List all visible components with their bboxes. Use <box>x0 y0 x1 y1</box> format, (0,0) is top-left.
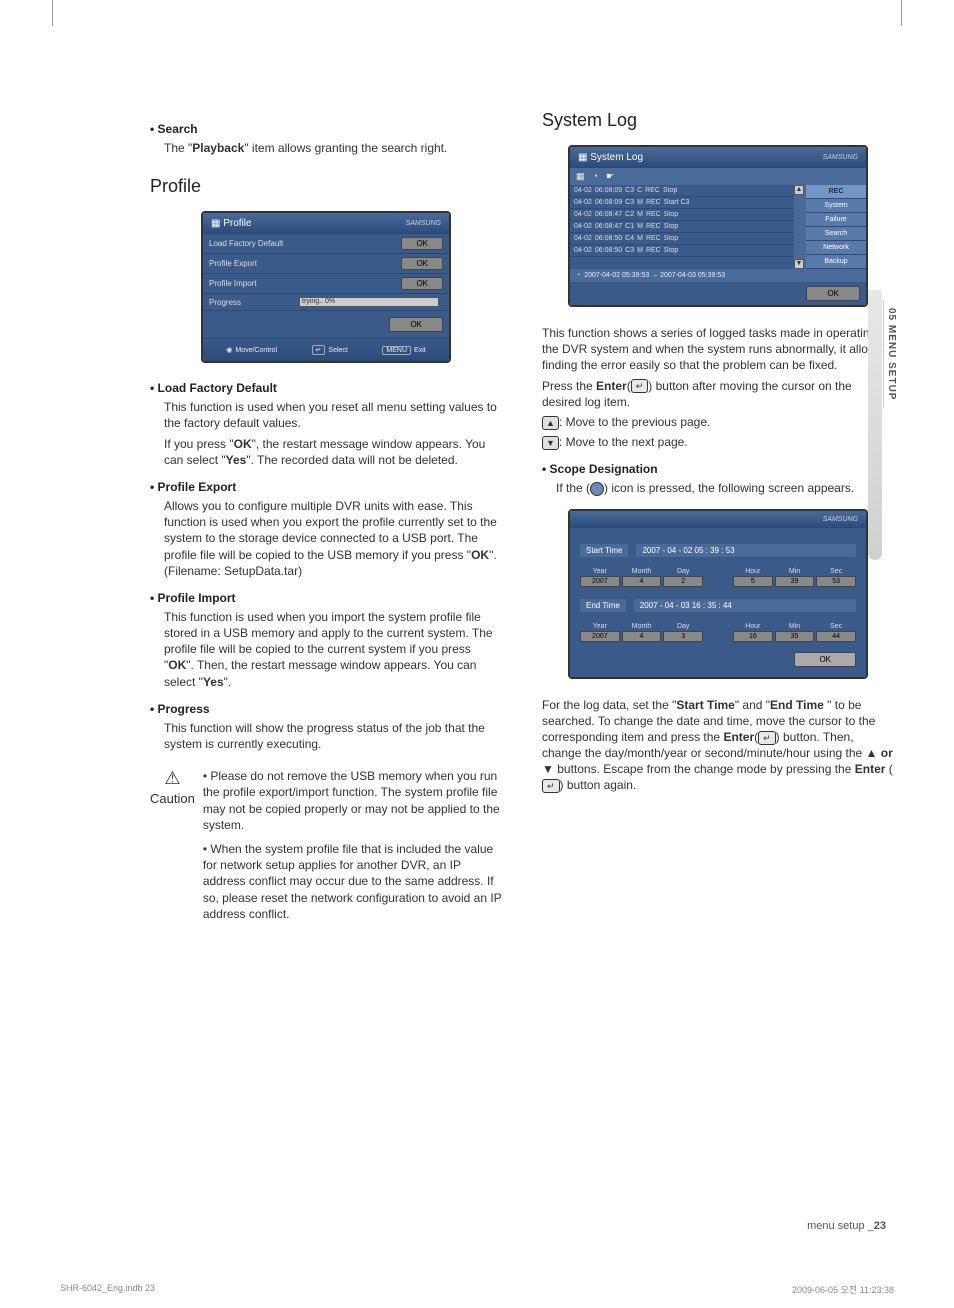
right-column: System Log ▦ System Log SAMSUNG ▦ ◔ ☛ 04… <box>542 110 894 930</box>
log-list: 04-0206:08:09C3CRECStop 04-0206:08:09C3M… <box>570 185 794 269</box>
day-field[interactable]: 3 <box>663 631 703 642</box>
hint-select: ↵ Select <box>312 345 348 355</box>
hour-field[interactable]: 5 <box>733 576 773 587</box>
filter-network[interactable]: Network <box>806 241 866 255</box>
scope-ui-screenshot: SAMSUNG Start Time 2007 - 04 - 02 05 : 3… <box>568 509 868 679</box>
lfd-p1: This function is used when you reset all… <box>164 399 502 431</box>
hour-field[interactable]: 16 <box>733 631 773 642</box>
sec-field[interactable]: 44 <box>816 631 856 642</box>
enter-key-icon: ↵ <box>631 379 649 393</box>
hint-exit: MENU Exit <box>382 345 425 355</box>
profile-heading: Profile <box>150 176 502 197</box>
month-field[interactable]: 4 <box>622 576 662 587</box>
up-arrow-icon: ▲ <box>542 416 559 430</box>
clock-icon[interactable]: ◔ <box>593 171 598 182</box>
scroll-up-icon[interactable]: ▲ <box>794 185 804 195</box>
end-time-value: 2007 - 04 - 03 16 : 35 : 44 <box>634 599 856 612</box>
day-field[interactable]: 2 <box>663 576 703 587</box>
ok-button[interactable]: OK <box>389 317 443 332</box>
profile-ui-screenshot: ▦ Profile SAMSUNG Load Factory DefaultOK… <box>201 211 451 363</box>
filter-backup[interactable]: Backup <box>806 255 866 269</box>
filter-rec[interactable]: REC <box>806 185 866 199</box>
brand-logo: SAMSUNG <box>406 220 441 227</box>
side-tab-shade <box>868 290 882 560</box>
enter-key-icon: ↵ <box>758 731 776 745</box>
lfd-p2: If you press "OK", the restart message w… <box>164 436 502 468</box>
min-field[interactable]: 39 <box>775 576 815 587</box>
scope-head: Scope Designation <box>542 462 894 476</box>
pi-head: Profile Import <box>150 591 502 605</box>
month-field[interactable]: 4 <box>622 631 662 642</box>
log-row: 04-0206:08:09C3MRECStart C3 <box>570 197 794 209</box>
brand-logo: SAMSUNG <box>823 154 858 161</box>
log-row: 04-0206:08:50C3MRECStop <box>570 245 794 257</box>
log-side-filter: REC System Failure Search Network Backup <box>806 185 866 269</box>
pi-p1: This function is used when you import th… <box>164 609 502 690</box>
syslog-p2: Press the Enter(↵) button after moving t… <box>542 378 894 410</box>
ok-button[interactable]: OK <box>794 652 856 667</box>
year-field[interactable]: 2007 <box>580 576 620 587</box>
ok-button[interactable]: OK <box>401 257 443 270</box>
page-footer: menu setup _23 <box>807 1220 886 1232</box>
clock-icon: ◔ <box>576 272 580 279</box>
end-time-label: End Time <box>580 599 626 612</box>
log-timerange: ◔ 2007-04-02 05:39:53 → 2007-04-03 05:39… <box>570 269 866 282</box>
pe-p1: Allows you to configure multiple DVR uni… <box>164 498 502 579</box>
prog-head: Progress <box>150 702 502 716</box>
caution-item-1: Please do not remove the USB memory when… <box>203 768 502 833</box>
pointer-icon[interactable]: ☛ <box>606 171 614 182</box>
min-field[interactable]: 35 <box>775 631 815 642</box>
warning-icon: ⚠ <box>150 768 195 789</box>
log-row: 04-0206:08:09C3CRECStop <box>570 185 794 197</box>
print-left: SHR-6042_Eng.indb 23 <box>60 1283 155 1296</box>
log-row: 04-0206:08:50C4MRECStop <box>570 233 794 245</box>
menu-key-icon: MENU <box>382 346 411 355</box>
systemlog-ui-title: ▦ System Log <box>578 152 643 163</box>
caution-block: ⚠ Caution Please do not remove the USB m… <box>150 768 502 930</box>
profile-ui-title: ▦ Profile <box>211 218 252 229</box>
print-right: 2009-06-05 오전 11:23:38 <box>792 1283 894 1296</box>
syslog-prev: ▲: Move to the previous page. <box>542 414 894 430</box>
systemlog-heading: System Log <box>542 110 894 131</box>
prog-p: This function will show the progress sta… <box>164 720 502 752</box>
filter-system[interactable]: System <box>806 199 866 213</box>
grid-icon[interactable]: ▦ <box>576 171 585 182</box>
caution-item-2: When the system profile file that is inc… <box>203 841 502 922</box>
hint-move: ◉ Move/Control <box>226 345 277 355</box>
scope-p1: If the () icon is pressed, the following… <box>556 480 894 496</box>
search-head: Search <box>150 122 502 136</box>
start-time-label: Start Time <box>580 544 628 557</box>
filter-search[interactable]: Search <box>806 227 866 241</box>
year-field[interactable]: 2007 <box>580 631 620 642</box>
progress-bar: trying.. 0% <box>299 297 439 307</box>
ok-button[interactable]: OK <box>806 286 860 301</box>
print-footer: SHR-6042_Eng.indb 23 2009-06-05 오전 11:23… <box>60 1283 894 1296</box>
clock-icon <box>590 482 604 496</box>
filter-failure[interactable]: Failure <box>806 213 866 227</box>
search-body: The "Playback" item allows granting the … <box>164 140 502 156</box>
sec-field[interactable]: 53 <box>816 576 856 587</box>
brand-logo: SAMSUNG <box>823 516 858 523</box>
side-tab-label: 05 MENU SETUP <box>883 300 899 408</box>
ok-button[interactable]: OK <box>401 237 443 250</box>
ok-button[interactable]: OK <box>401 277 443 290</box>
start-time-value: 2007 - 04 - 02 05 : 39 : 53 <box>636 544 856 557</box>
pe-head: Profile Export <box>150 480 502 494</box>
log-toolbar: ▦ ◔ ☛ <box>570 168 866 185</box>
syslog-p1: This function shows a series of logged t… <box>542 325 894 374</box>
syslog-next: ▼: Move to the next page. <box>542 434 894 450</box>
scroll-down-icon[interactable]: ▼ <box>794 259 804 269</box>
scope-p5: For the log data, set the "Start Time" a… <box>542 697 894 794</box>
log-row: 04-0206:08:47C2MRECStop <box>570 209 794 221</box>
systemlog-ui-screenshot: ▦ System Log SAMSUNG ▦ ◔ ☛ 04-0206:08:09… <box>568 145 868 307</box>
caution-label: Caution <box>150 791 195 806</box>
enter-key-icon: ↵ <box>542 779 560 793</box>
left-column: Search The "Playback" item allows granti… <box>150 110 502 930</box>
enter-key-icon: ↵ <box>312 345 326 355</box>
down-arrow-icon: ▼ <box>542 436 559 450</box>
log-row: 04-0206:08:47C1MRECStop <box>570 221 794 233</box>
lfd-head: Load Factory Default <box>150 381 502 395</box>
